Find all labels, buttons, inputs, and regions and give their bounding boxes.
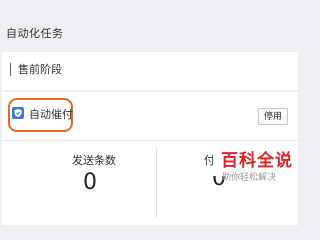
stat-label-sent-count: 发送条数 xyxy=(72,154,116,167)
watermark-title: 百科全说 xyxy=(221,151,293,171)
stat-divider xyxy=(156,148,157,218)
task-header: 自动催付 停用 xyxy=(2,92,298,141)
stat-value-sent-count: 0 xyxy=(83,170,97,195)
section-title: 售前阶段 xyxy=(10,63,62,76)
watermark-subtitle: 助你轻松解决 xyxy=(222,173,277,183)
shield-check-icon xyxy=(12,107,24,119)
stat-label-second: 付 xyxy=(204,154,213,167)
task-name[interactable]: 自动催付 xyxy=(29,106,73,122)
disable-button[interactable]: 停用 xyxy=(258,108,288,125)
page-title: 自动化任务 xyxy=(6,27,64,40)
